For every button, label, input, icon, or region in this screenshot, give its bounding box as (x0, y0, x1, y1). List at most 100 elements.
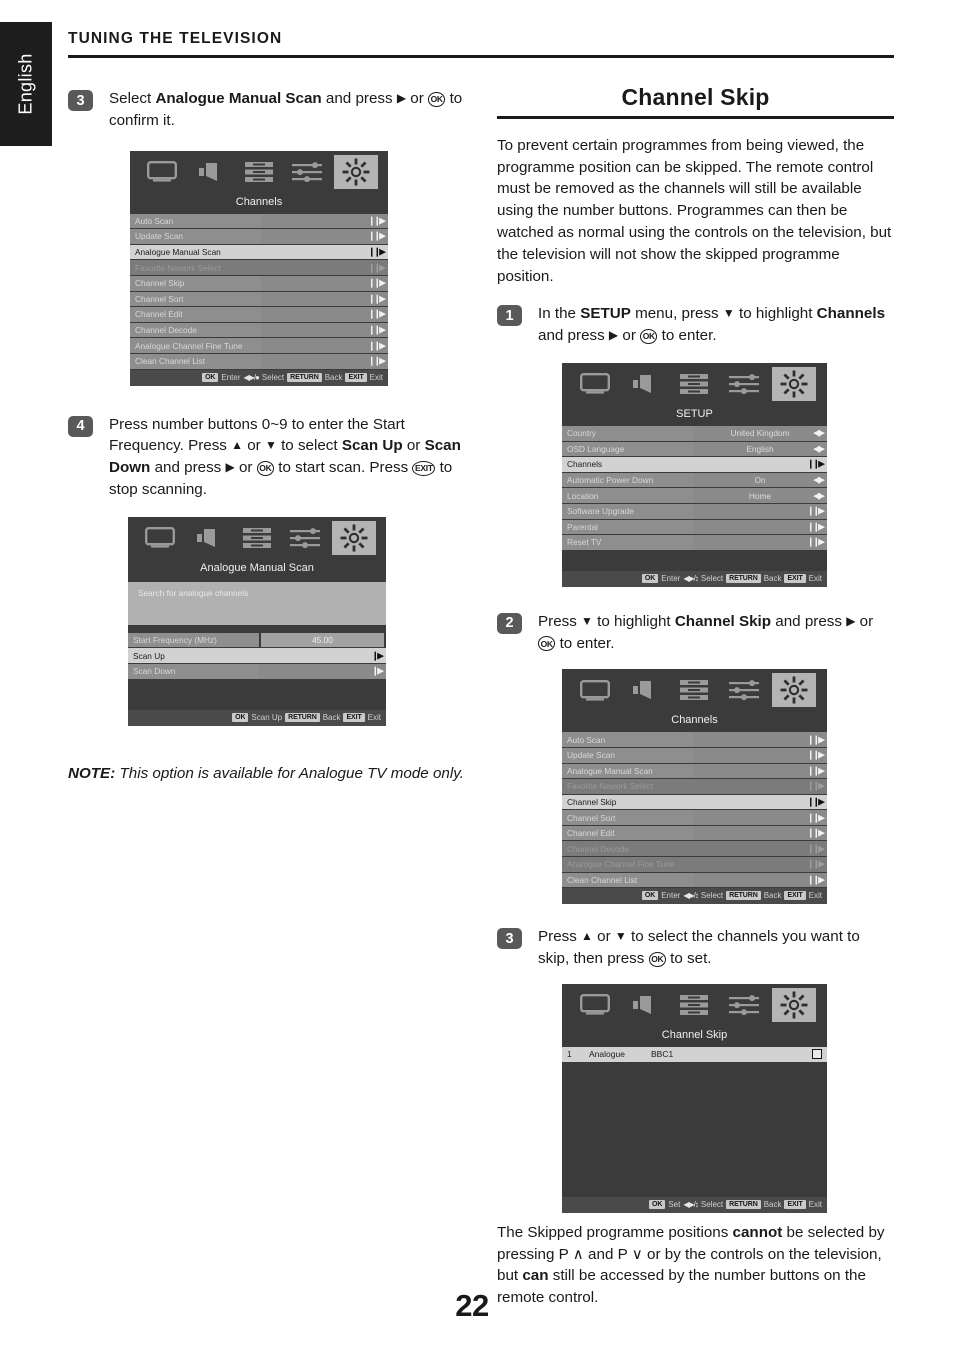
setup-gear-icon[interactable] (333, 154, 378, 189)
osd-row-disabled: Analogue Channel Fine Tune ❙❙▶ (562, 857, 827, 872)
osd-empty-area (128, 679, 386, 710)
osd-row[interactable]: Channel Sort ❙❙▶ (562, 810, 827, 825)
osd-row-country[interactable]: Country United Kingdom ◀▶ (562, 425, 827, 441)
osd-setup-menu: SETUP Country United Kingdom ◀▶ OSD Langua… (562, 362, 827, 587)
osd-row-start-frequency[interactable]: Start Frequency (MHz) 45.00 (128, 632, 386, 648)
list-icon[interactable] (672, 673, 716, 707)
osd-row-disabled: Favorite Nework Select ❙❙▶ (130, 260, 388, 275)
sound-icon[interactable] (623, 988, 667, 1022)
ok-button-hint: OK (232, 712, 249, 722)
ok-button-hint: OK (641, 573, 659, 583)
chevron-right-icon: ❙❙▶ (367, 355, 386, 366)
osd-footer-hints: OK Scan Up RETURN Back EXIT Exit (128, 709, 386, 726)
picture-icon[interactable] (573, 673, 617, 707)
step-text-part: or (243, 437, 265, 455)
settings-sliders-icon[interactable] (285, 155, 329, 189)
osd-row-label: Clean Channel List (562, 872, 693, 888)
picture-icon[interactable] (573, 367, 617, 401)
outro-bold: cannot (732, 1223, 783, 1241)
step-text-bold: Analogue Manual Scan (155, 90, 322, 107)
channel-skip-row[interactable]: 1 Analogue BBC1 (562, 1046, 827, 1062)
setup-gear-icon[interactable] (772, 366, 817, 401)
setup-gear-icon[interactable] (772, 673, 817, 708)
osd-row[interactable]: Channel Edit ❙❙▶ (562, 825, 827, 841)
osd-row-label: Favorite Nework Select (130, 260, 261, 275)
list-icon[interactable] (235, 521, 279, 555)
sound-icon[interactable] (189, 155, 233, 189)
ok-button-hint: OK (649, 1199, 666, 1209)
osd-row-automatic-power-down[interactable]: Automatic Power Down On ◀▶ (562, 472, 827, 488)
sound-icon[interactable] (623, 367, 667, 401)
osd-row[interactable]: Auto Scan ❙❙▶ (130, 213, 388, 229)
osd-row-scan-down[interactable]: Scan Down ❙▶ (128, 663, 386, 679)
osd-row-label: Software Upgrade (562, 503, 693, 519)
chevron-lr-icon: ◀▶ (813, 474, 825, 485)
dpad-icon: ◀▶/↕ (683, 1199, 699, 1209)
osd-row-value: ❙❙▶ (693, 535, 827, 550)
settings-sliders-icon[interactable] (722, 988, 766, 1022)
chevron-right-icon: ❙❙▶ (806, 843, 825, 854)
exit-hint-text: Exit (367, 712, 381, 722)
osd-row[interactable]: Channel Decode ❙❙▶ (130, 322, 388, 338)
skip-checkbox[interactable] (812, 1049, 822, 1060)
exit-hint-text: Exit (369, 372, 383, 382)
osd-row-osd-language[interactable]: OSD Language English ◀▶ (562, 441, 827, 457)
osd-row[interactable]: Channel Sort ❙❙▶ (130, 291, 388, 307)
osd-row-location[interactable]: Location Home ◀▶ (562, 488, 827, 503)
back-hint-text: Back (763, 891, 782, 901)
osd-row-value: ❙❙▶ (693, 732, 827, 747)
sound-icon[interactable] (187, 521, 231, 555)
osd-row-value-text: English (746, 443, 774, 454)
osd-row[interactable]: Clean Channel List ❙❙▶ (562, 872, 827, 888)
list-icon[interactable] (672, 988, 716, 1022)
osd-row-label: Update Scan (130, 229, 261, 244)
picture-icon[interactable] (573, 988, 617, 1022)
osd-row-channels[interactable]: Channels ❙❙▶ (562, 457, 827, 472)
picture-icon[interactable] (140, 155, 184, 189)
step-text-part: or (855, 612, 874, 630)
osd-channels-menu-2: Channels Auto Scan ❙❙▶ Update Scan ❙❙▶ Ana… (562, 669, 827, 905)
osd-row-label: Channels (562, 457, 693, 472)
osd-row[interactable]: Analogue Channel Fine Tune ❙❙▶ (130, 338, 388, 353)
settings-sliders-icon[interactable] (283, 521, 327, 555)
osd-row[interactable]: Update Scan ❙❙▶ (562, 747, 827, 763)
osd-row[interactable]: Analogue Manual Scan ❙❙▶ (562, 763, 827, 779)
picture-icon[interactable] (138, 521, 182, 555)
osd-row-value: ❙❙▶ (693, 794, 827, 810)
ok-key-icon: OK (428, 91, 446, 107)
setup-gear-icon[interactable] (331, 520, 376, 555)
setup-gear-icon[interactable] (772, 987, 817, 1022)
osd-row[interactable]: Update Scan ❙❙▶ (130, 229, 388, 244)
osd-row-scan-up[interactable]: Scan Up ❙▶ (128, 648, 386, 663)
list-icon[interactable] (672, 367, 716, 401)
down-arrow-icon: ▼ (581, 613, 593, 628)
note-text: NOTE: This option is available for Analo… (68, 763, 468, 784)
step-text-bold: Channel Skip (674, 612, 772, 630)
ok-button-hint: OK (202, 372, 219, 382)
osd-row[interactable]: Channel Skip ❙❙▶ (130, 275, 388, 291)
exit-button-hint: EXIT (343, 712, 365, 722)
step-text-part: to select (276, 437, 342, 455)
osd-row-reset-tv[interactable]: Reset TV ❙❙▶ (562, 535, 827, 550)
osd-row-selected[interactable]: Channel Skip ❙❙▶ (562, 794, 827, 810)
left-step-3: 3 Select Analogue Manual Scan and press … (68, 88, 468, 132)
osd-row-software-upgrade[interactable]: Software Upgrade ❙❙▶ (562, 503, 827, 519)
sound-icon[interactable] (623, 673, 667, 707)
osd-row[interactable]: Clean Channel List ❙❙▶ (130, 353, 388, 369)
down-arrow-icon: ▼ (264, 438, 277, 453)
left-column: 3 Select Analogue Manual Scan and press … (68, 88, 468, 784)
exit-button-hint: EXIT (784, 1199, 806, 1209)
osd-row[interactable]: Channel Edit ❙❙▶ (130, 307, 388, 322)
left-step-4: 4 Press number buttons 0~9 to enter the … (68, 414, 468, 501)
osd-row[interactable]: Auto Scan ❙❙▶ (562, 732, 827, 747)
osd-row-selected[interactable]: Analogue Manual Scan ❙❙▶ (130, 244, 388, 260)
osd-row-parental[interactable]: Parental ❙❙▶ (562, 519, 827, 535)
chevron-lr-icon: ◀▶ (813, 443, 825, 454)
osd-row-value-text: Home (748, 490, 772, 501)
return-button-hint: RETURN (287, 372, 322, 382)
osd-row-value[interactable]: 45.00 (261, 632, 384, 648)
osd-row-label: Channel Skip (130, 275, 261, 291)
settings-sliders-icon[interactable] (722, 367, 766, 401)
list-icon[interactable] (237, 155, 281, 189)
settings-sliders-icon[interactable] (722, 673, 766, 707)
